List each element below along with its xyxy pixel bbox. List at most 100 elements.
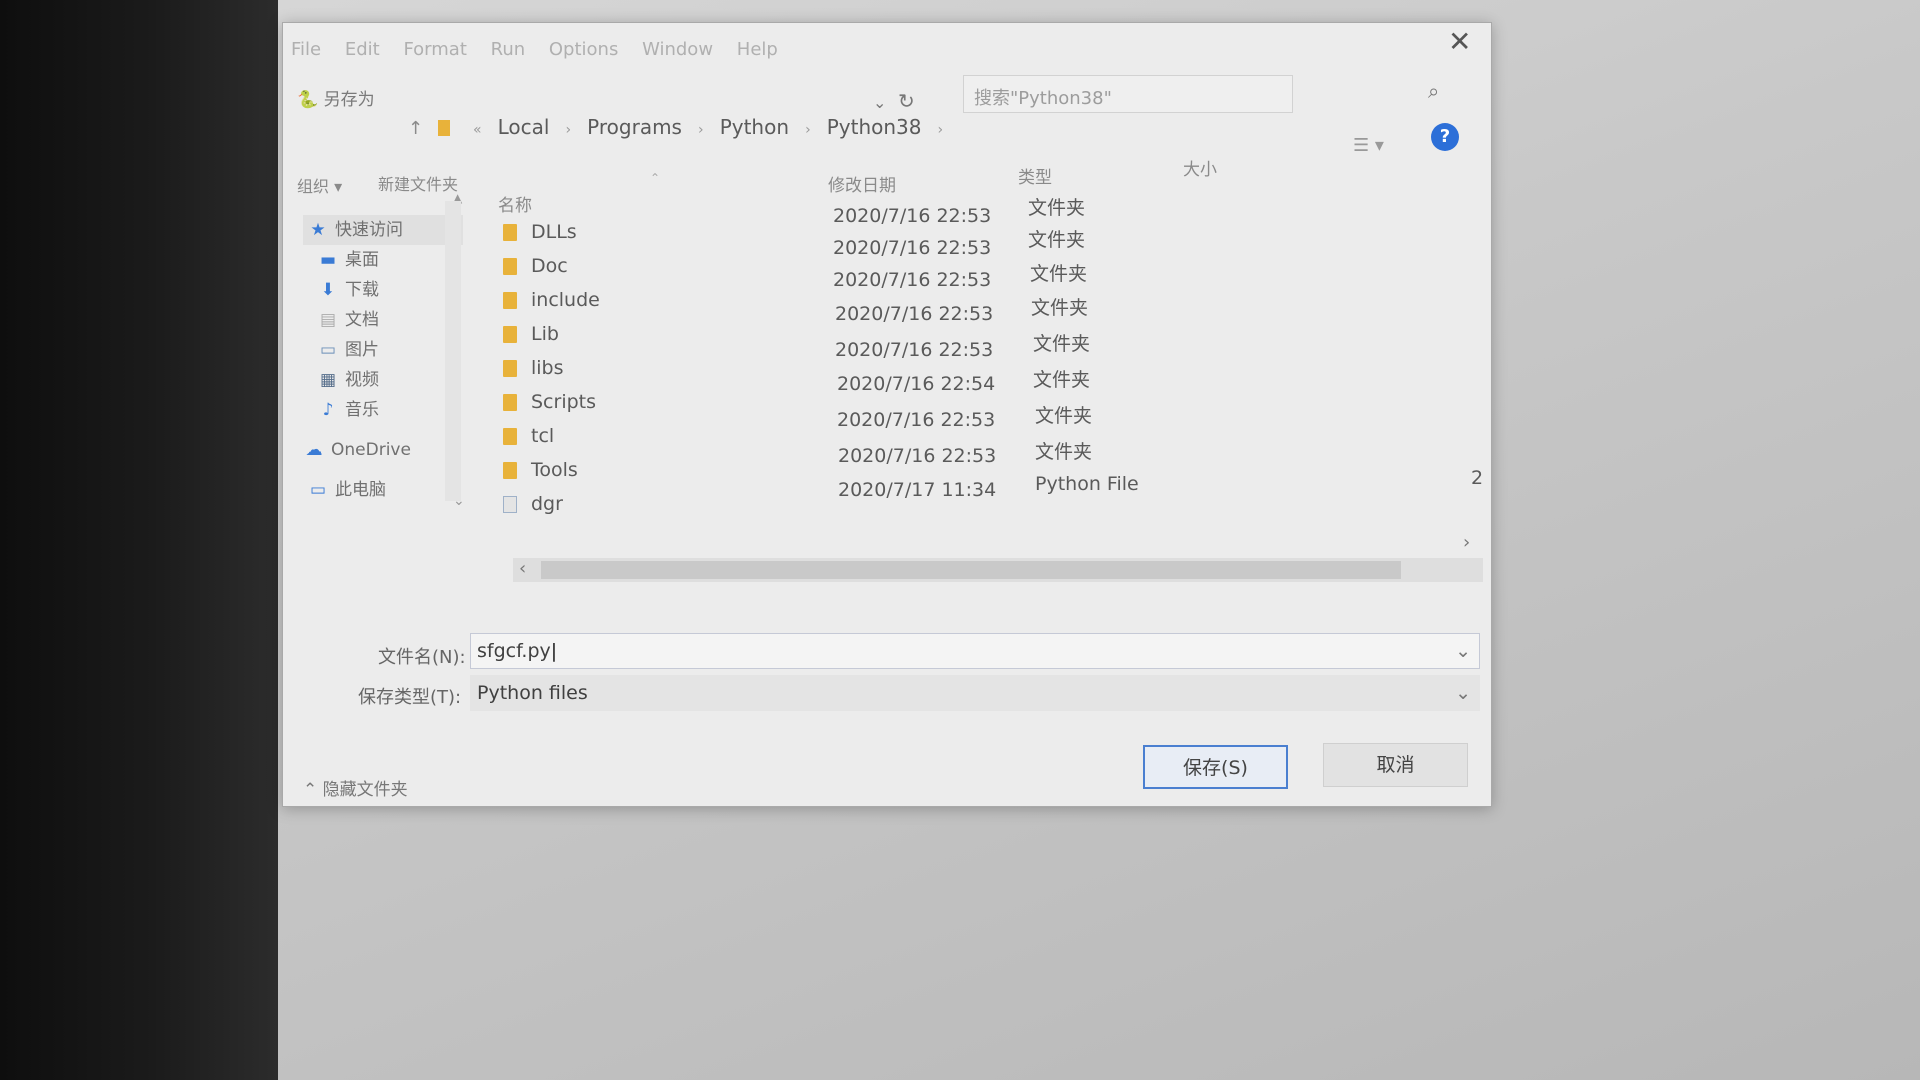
file-type: 文件夹	[1035, 405, 1093, 427]
sidebar-item-quick-access[interactable]: ★ 快速访问	[303, 215, 463, 245]
column-header-size[interactable]: 大小	[1183, 155, 1217, 180]
picture-icon: ▭	[319, 340, 337, 360]
save-button[interactable]: 保存(S)	[1143, 745, 1288, 789]
text-cursor: |	[550, 640, 558, 662]
file-date: 2020/7/16 22:53	[833, 237, 992, 259]
sidebar-item-pictures[interactable]: ▭ 图片	[303, 335, 463, 365]
breadcrumb-python[interactable]: Python	[720, 115, 789, 139]
chevron-down-icon[interactable]: ⌄	[1455, 640, 1471, 662]
python-app-icon: 🐍	[297, 90, 319, 110]
file-type: Python File	[1035, 473, 1139, 495]
organize-button[interactable]: 组织 ▾	[297, 173, 342, 197]
sidebar-item-this-pc[interactable]: ▭ 此电脑	[303, 475, 463, 505]
filename-input[interactable]: sfgcf.py| ⌄	[470, 633, 1480, 669]
horizontal-scrollbar[interactable]: ‹ ›	[513, 532, 1483, 582]
file-name: dgr	[531, 493, 563, 515]
folder-icon	[503, 360, 517, 377]
scroll-left-icon[interactable]: ‹	[519, 558, 526, 579]
sidebar-item-label: 快速访问	[335, 220, 403, 240]
hide-folders-label: 隐藏文件夹	[322, 780, 408, 800]
file-date: 2020/7/16 22:53	[833, 205, 992, 227]
file-name: Doc	[531, 255, 568, 277]
file-date: 2020/7/16 22:54	[837, 373, 996, 395]
column-header-name[interactable]: 名称	[498, 191, 532, 216]
chevron-right-icon[interactable]: ›	[805, 122, 811, 138]
file-type: 文件夹	[1035, 441, 1093, 463]
breadcrumb-programs[interactable]: Programs	[587, 115, 682, 139]
view-options-icon[interactable]: ☰ ▾	[1353, 135, 1384, 156]
menu-options[interactable]: Options	[549, 39, 618, 60]
document-icon: ▤	[319, 310, 337, 330]
file-name: libs	[531, 357, 564, 379]
app-menubar: File Edit Format Run Options Window Help	[291, 39, 796, 60]
sidebar-item-label: 图片	[345, 340, 379, 360]
file-type: 文件夹	[1033, 333, 1091, 355]
cancel-button[interactable]: 取消	[1323, 743, 1468, 787]
scroll-right-icon[interactable]: ›	[1463, 532, 1470, 553]
file-row[interactable]: Doc 2020/7/16 22:53 文件夹	[503, 229, 1483, 283]
music-icon: ♪	[322, 400, 334, 420]
sidebar-item-music[interactable]: ♪ 音乐	[303, 395, 463, 425]
up-arrow-icon[interactable]: ↑	[408, 118, 423, 139]
sort-up-icon: ⌃	[650, 171, 661, 185]
folder-icon	[503, 224, 517, 241]
sidebar-item-documents[interactable]: ▤ 文档	[303, 305, 463, 335]
menu-window[interactable]: Window	[642, 39, 713, 60]
cloud-icon: ☁	[305, 440, 323, 460]
python-file-icon	[503, 496, 517, 513]
chevron-up-icon: ⌃	[303, 780, 318, 800]
dialog-title: 另存为	[323, 90, 375, 110]
file-name: Tools	[531, 459, 578, 481]
sidebar-item-label: 视频	[345, 370, 379, 390]
filetype-value: Python files	[477, 682, 588, 704]
file-date: 2020/7/17 11:34	[838, 479, 997, 501]
file-type: 文件夹	[1028, 197, 1086, 219]
sidebar-item-label: 桌面	[345, 250, 379, 270]
file-name: include	[531, 289, 600, 311]
folder-icon	[503, 326, 517, 343]
sidebar-item-videos[interactable]: ▦ 视频	[303, 365, 463, 395]
sidebar-item-downloads[interactable]: ⬇ 下载	[303, 275, 463, 305]
close-icon[interactable]: ✕	[1448, 25, 1471, 58]
computer-icon: ▭	[309, 480, 327, 500]
sidebar-item-desktop[interactable]: ▬ 桌面	[303, 245, 463, 275]
breadcrumb-overflow-icon[interactable]: «	[473, 122, 482, 138]
file-date: 2020/7/16 22:53	[833, 269, 992, 291]
new-folder-button[interactable]: 新建文件夹	[378, 171, 458, 195]
menu-format[interactable]: Format	[403, 39, 466, 60]
help-icon[interactable]: ?	[1431, 123, 1459, 151]
sidebar-scrollbar[interactable]	[445, 201, 461, 501]
refresh-icon[interactable]: ↻	[898, 89, 915, 113]
sidebar-item-label: 下载	[345, 280, 379, 300]
menu-help[interactable]: Help	[737, 39, 778, 60]
search-input[interactable]: 搜索"Python38"	[963, 75, 1293, 113]
sidebar-item-label: 此电脑	[335, 480, 386, 500]
desktop-icon: ▬	[319, 250, 337, 270]
chevron-right-icon[interactable]: ›	[938, 122, 944, 138]
search-icon[interactable]: ⌕	[1428, 79, 1439, 103]
hide-folders-toggle[interactable]: ⌃ 隐藏文件夹	[303, 775, 408, 800]
filename-value: sfgcf.py	[477, 640, 551, 662]
file-row[interactable]: dgr 2020/7/17 11:34 Python File 2	[503, 467, 1483, 521]
video-icon: ▦	[319, 370, 337, 390]
menu-edit[interactable]: Edit	[345, 39, 380, 60]
filetype-select[interactable]: Python files ⌄	[470, 675, 1480, 711]
column-header-type[interactable]: 类型	[1018, 163, 1052, 188]
chevron-right-icon[interactable]: ›	[698, 122, 704, 138]
file-date: 2020/7/16 22:53	[835, 303, 994, 325]
sidebar-item-onedrive[interactable]: ☁ OneDrive	[303, 435, 463, 465]
file-row[interactable]: DLLs 2020/7/16 22:53 文件夹	[503, 197, 1483, 249]
star-icon: ★	[310, 220, 326, 240]
folder-icon	[503, 292, 517, 309]
chevron-down-icon[interactable]: ⌄	[1455, 682, 1471, 704]
menu-file[interactable]: File	[291, 39, 321, 60]
breadcrumb-python38[interactable]: Python38	[827, 115, 922, 139]
menu-run[interactable]: Run	[491, 39, 526, 60]
breadcrumb-local[interactable]: Local	[498, 115, 550, 139]
address-dropdown-icon[interactable]: ⌄	[873, 93, 886, 112]
folder-icon	[503, 394, 517, 411]
sidebar-item-label: 音乐	[345, 400, 379, 420]
column-header-date[interactable]: 修改日期	[828, 171, 896, 196]
chevron-right-icon[interactable]: ›	[566, 122, 572, 138]
scrollbar-thumb[interactable]	[541, 561, 1401, 579]
